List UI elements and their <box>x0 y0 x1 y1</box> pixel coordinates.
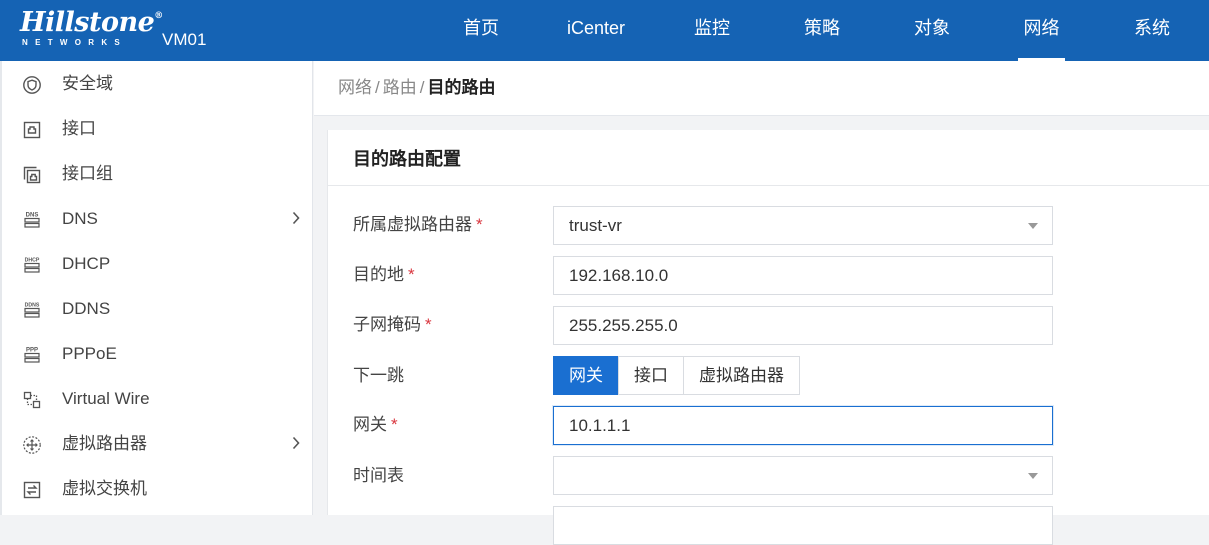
virtual-router-icon <box>23 436 41 454</box>
breadcrumb-network[interactable]: 网络 <box>338 78 372 97</box>
virtual-wire-icon <box>23 391 41 409</box>
virtual-switch-icon <box>23 481 41 499</box>
sidebar-item-label: PPPoE <box>62 344 117 363</box>
svg-text:DNS: DNS <box>26 213 39 219</box>
sidebar-item-label: 虚拟路由器 <box>62 434 147 453</box>
sidebar-item-interface[interactable]: 接口 <box>2 106 313 151</box>
virtual-router-select[interactable]: trust-vr <box>553 206 1053 245</box>
logo-subtext: NETWORKS <box>22 38 128 47</box>
required-mark: * <box>425 315 432 334</box>
nav-system[interactable]: 系统 <box>1126 0 1178 61</box>
sidebar: 安全域 接口 接口组 DNS DNS DHCP DHCP DDNS DDNS P… <box>0 61 313 515</box>
panel-title: 目的路由配置 <box>353 149 461 169</box>
svg-text:PPP: PPP <box>26 348 38 354</box>
netmask-label: 子网掩码 * <box>353 315 432 334</box>
breadcrumb-separator: / <box>419 78 425 97</box>
schedule-label: 时间表 <box>353 466 404 485</box>
interface-group-icon <box>23 166 41 184</box>
sidebar-item-interface-group[interactable]: 接口组 <box>2 151 313 196</box>
netmask-input[interactable]: 255.255.255.0 <box>553 306 1053 345</box>
next-hop-gateway-option[interactable]: 网关 <box>553 356 619 395</box>
virtual-router-value: trust-vr <box>569 216 622 235</box>
schedule-select[interactable] <box>553 456 1053 495</box>
top-navbar: Hillstone NETWORKS VM01 首页 iCenter 监控 策略… <box>0 0 1209 61</box>
sidebar-item-dns[interactable]: DNS DNS <box>2 196 313 241</box>
required-mark: * <box>391 415 398 434</box>
breadcrumb-current: 目的路由 <box>427 78 496 97</box>
nav-network[interactable]: 网络 <box>1018 0 1065 61</box>
sidebar-item-pppoe[interactable]: PPP PPPoE <box>2 331 313 376</box>
sidebar-item-label: DDNS <box>62 299 111 318</box>
interface-icon <box>23 121 41 139</box>
caret-down-icon <box>1028 473 1038 479</box>
security-zone-icon <box>23 76 41 94</box>
required-mark: * <box>476 215 483 234</box>
sidebar-item-virtual-wire[interactable]: Virtual Wire <box>2 376 313 421</box>
chevron-right-icon <box>292 211 300 225</box>
nav-monitor[interactable]: 监控 <box>686 0 738 61</box>
breadcrumb-route[interactable]: 路由 <box>383 78 417 97</box>
sidebar-item-label: 安全域 <box>62 74 113 93</box>
dhcp-icon: DHCP <box>24 258 40 273</box>
breadcrumb-separator: / <box>375 78 380 97</box>
sidebar-item-virtual-switch[interactable]: 虚拟交换机 <box>2 466 313 511</box>
sidebar-item-ddns[interactable]: DDNS DDNS <box>2 286 313 331</box>
dns-icon: DNS <box>24 213 40 228</box>
required-mark: * <box>408 265 415 284</box>
sidebar-item-label: 接口 <box>62 119 96 138</box>
device-name: VM01 <box>162 30 207 49</box>
nav-home[interactable]: 首页 <box>455 0 507 61</box>
breadcrumb-bar: 网络 / 路由 / 目的路由 <box>314 61 1209 116</box>
nav-policy[interactable]: 策略 <box>796 0 848 61</box>
gateway-input[interactable]: 10.1.1.1 <box>553 406 1053 445</box>
next-hop-segmented: 网关 接口 虚拟路由器 <box>553 356 800 395</box>
virtual-router-label: 所属虚拟路由器 * <box>353 215 483 234</box>
nav-object[interactable]: 对象 <box>906 0 958 61</box>
next-field[interactable] <box>553 506 1053 545</box>
next-hop-virtual-router-option[interactable]: 虚拟路由器 <box>683 356 800 395</box>
nav-icenter[interactable]: iCenter <box>562 0 630 61</box>
sidebar-item-label: DHCP <box>62 254 111 273</box>
ddns-icon: DDNS <box>24 303 40 318</box>
sidebar-item-dhcp[interactable]: DHCP DHCP <box>2 241 313 286</box>
hillstone-logo[interactable]: Hillstone NETWORKS <box>20 8 155 48</box>
sidebar-item-label: 虚拟交换机 <box>62 479 147 498</box>
sidebar-item-label: 接口组 <box>62 164 113 183</box>
caret-down-icon <box>1028 223 1038 229</box>
sidebar-item-virtual-router[interactable]: 虚拟路由器 <box>2 421 313 466</box>
destination-input[interactable]: 192.168.10.0 <box>553 256 1053 295</box>
route-config-panel: 目的路由配置 所属虚拟路由器 * trust-vr 目的地 * 192.168.10… <box>327 130 1209 545</box>
panel-divider <box>328 185 1209 186</box>
sidebar-item-security-zone[interactable]: 安全域 <box>2 61 313 106</box>
svg-text:DDNS: DDNS <box>25 303 40 309</box>
sidebar-item-label: Virtual Wire <box>62 389 150 408</box>
next-hop-interface-option[interactable]: 接口 <box>618 356 684 395</box>
chevron-right-icon <box>292 436 300 450</box>
sidebar-item-label: DNS <box>62 209 98 228</box>
pppoe-icon: PPP <box>24 348 40 363</box>
breadcrumb: 网络 / 路由 / 目的路由 <box>338 77 495 99</box>
next-hop-label: 下一跳 <box>353 366 404 385</box>
destination-label: 目的地 * <box>353 265 415 284</box>
svg-text:DHCP: DHCP <box>25 258 40 264</box>
gateway-label: 网关 * <box>353 415 398 434</box>
